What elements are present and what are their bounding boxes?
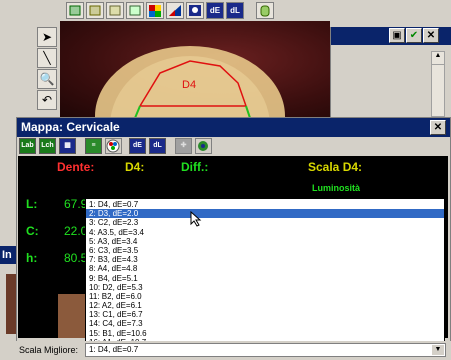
vertical-toolbar: ➤ ╲ 🔍 ↶ xyxy=(34,25,60,115)
dropdown-option[interactable]: 15: B1, dE=10.6 xyxy=(86,329,444,338)
add-region-icon[interactable]: ✚ xyxy=(175,138,192,154)
line-tool-icon[interactable]: ╲ xyxy=(37,48,57,68)
diff-label: Diff.: xyxy=(181,160,209,174)
scala-dropdown-list[interactable]: 1: D4, dE=0.7 2: D3, dE=2.0 3: C2, dE=2.3 4… xyxy=(85,198,445,344)
dropdown-option[interactable]: 13: C1, dE=6.7 xyxy=(86,310,444,319)
toolbar-button-4[interactable] xyxy=(126,2,144,19)
luminosita-label: Luminosità xyxy=(312,183,361,193)
scala-bar: Scala Migliore: 1: D4, dE=0.7 ▼ xyxy=(16,341,451,360)
scala-migliore-label: Scala Migliore: xyxy=(19,345,79,355)
toolbar-de-button[interactable]: dE xyxy=(206,2,224,19)
h-label: h: xyxy=(26,251,38,265)
de-button[interactable]: dE xyxy=(129,138,146,154)
dropdown-option[interactable]: 4: A3.5, dE=3.4 xyxy=(86,228,444,237)
save-icon[interactable]: ▣ xyxy=(389,28,405,43)
dropdown-option[interactable]: 10: D2, dE=5.3 xyxy=(86,283,444,292)
color-swatch xyxy=(58,294,88,338)
lab-button[interactable]: Lab xyxy=(19,138,36,154)
mouse-cursor-icon xyxy=(190,211,202,227)
dropdown-items: 1: D4, dE=0.7 2: D3, dE=2.0 3: C2, dE=2.3 4… xyxy=(86,199,444,343)
dropdown-option[interactable]: 11: B2, dE=6.0 xyxy=(86,292,444,301)
check-icon[interactable]: ✔ xyxy=(406,28,422,43)
palette-icon[interactable] xyxy=(105,138,122,154)
scala-migliore-select[interactable]: 1: D4, dE=0.7 ▼ xyxy=(85,343,446,357)
dropdown-option[interactable]: 9: B4, dE=5.1 xyxy=(86,274,444,283)
toolbar-button-2[interactable] xyxy=(86,2,104,19)
toolbar-button-6[interactable] xyxy=(166,2,184,19)
dropdown-option[interactable]: 3: C2, dE=2.3 xyxy=(86,218,444,227)
mappa-titlebar: Mappa: Cervicale ✕ xyxy=(17,118,450,137)
toolbar-button-7[interactable] xyxy=(186,2,204,19)
mappa-title: Mappa: Cervicale xyxy=(21,120,120,134)
dl-button[interactable]: dL xyxy=(149,138,166,154)
grid-icon[interactable]: ▦ xyxy=(59,138,76,154)
region-label: D4 xyxy=(182,79,197,91)
toolbar-button-5[interactable] xyxy=(146,2,164,19)
zoom-tool-icon[interactable]: 🔍 xyxy=(37,69,57,89)
mappa-close-icon[interactable]: ✕ xyxy=(430,120,446,135)
chevron-down-icon[interactable]: ▼ xyxy=(432,345,444,355)
dropdown-option[interactable]: 12: A2, dE=6.1 xyxy=(86,301,444,310)
undo-tool-icon[interactable]: ↶ xyxy=(37,90,57,110)
d4-label: D4: xyxy=(125,160,145,174)
dropdown-option[interactable]: 8: A4, dE=4.8 xyxy=(86,264,444,273)
toolbar-button-9[interactable] xyxy=(256,2,274,19)
h-value: 80.5 xyxy=(64,251,88,265)
secondary-window-scrollbar[interactable]: ▲ xyxy=(431,51,445,117)
dropdown-option[interactable]: 1: D4, dE=0.7 xyxy=(86,200,444,209)
scala-selected-value: 1: D4, dE=0.7 xyxy=(89,345,139,354)
l-value: 67.9 xyxy=(64,197,88,211)
dropdown-option[interactable]: 2: D3, dE=2.0 xyxy=(86,209,444,219)
dropdown-option[interactable]: 14: C4, dE=7.3 xyxy=(86,319,444,328)
tooth-region-svg xyxy=(95,46,285,118)
dropdown-option[interactable]: 5: A3, dE=3.4 xyxy=(86,237,444,246)
secondary-window: ▣ ✔ ✕ ▲ xyxy=(330,27,451,117)
toolbar-dl-button[interactable]: dL xyxy=(226,2,244,19)
dropdown-option[interactable]: 6: C3, dE=3.5 xyxy=(86,246,444,255)
tooth-image-view[interactable]: D4 xyxy=(60,21,330,118)
list-icon[interactable]: ≡ xyxy=(85,138,102,154)
l-label: L: xyxy=(26,197,38,211)
secondary-window-titlebar: ▣ ✔ ✕ xyxy=(331,27,451,45)
top-toolbar: dE dL xyxy=(60,0,280,22)
gear-icon[interactable] xyxy=(195,138,212,154)
toolbar-button-3[interactable] xyxy=(106,2,124,19)
close-icon[interactable]: ✕ xyxy=(423,28,439,43)
dropdown-option[interactable]: 7: B3, dE=4.3 xyxy=(86,255,444,264)
c-label: C: xyxy=(26,224,39,238)
pointer-tool-icon[interactable]: ➤ xyxy=(37,27,57,47)
c-value: 22.0 xyxy=(64,224,88,238)
scala-d4-label: Scala D4: xyxy=(308,160,363,174)
lch-button[interactable]: Lch xyxy=(39,138,56,154)
toolbar-button-1[interactable] xyxy=(66,2,84,19)
dente-label: Dente: xyxy=(57,160,95,174)
